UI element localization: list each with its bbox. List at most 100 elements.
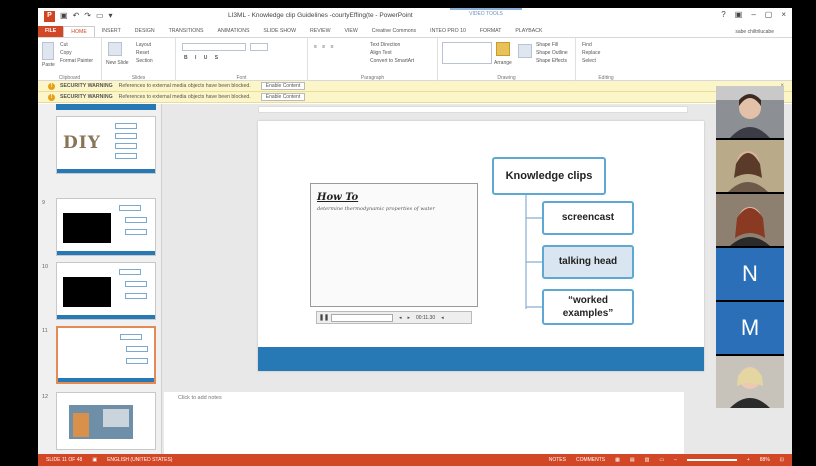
tab-playback[interactable]: PLAYBACK [508, 26, 549, 37]
knowledge-clips-node[interactable]: Knowledge clips [492, 157, 606, 195]
tab-review[interactable]: REVIEW [303, 26, 337, 37]
worked-examples-line1: “worked [567, 295, 608, 306]
enable-content-button[interactable]: Enable Content [260, 82, 306, 90]
find-button[interactable]: Find [582, 42, 592, 48]
select-button[interactable]: Select [582, 58, 596, 64]
slide-sorter-icon[interactable]: ▤ [630, 457, 635, 463]
slide-thumbnail[interactable]: DIY [56, 116, 156, 174]
layout-button[interactable]: Layout [136, 42, 151, 48]
participant-video[interactable] [716, 86, 784, 138]
slideshow-icon[interactable]: ▭ [659, 457, 664, 463]
talking-head-node[interactable]: talking head [542, 245, 634, 279]
copy-button[interactable]: Copy [60, 50, 72, 56]
convert-smartart-button[interactable]: Convert to SmartArt [370, 58, 414, 64]
tab-view[interactable]: VIEW [337, 26, 364, 37]
tab-design[interactable]: DESIGN [128, 26, 162, 37]
start-from-beginning-icon[interactable]: ▭ [96, 11, 104, 22]
worked-examples-node[interactable]: “worked examples” [542, 289, 634, 325]
mini-node [125, 217, 147, 223]
tab-inteo-pro[interactable]: INTEO PRO 10 [423, 26, 473, 37]
font-name-select[interactable] [182, 43, 246, 51]
tab-creative-commons[interactable]: Creative Commons [365, 26, 423, 37]
powerpoint-window: P ▣ ↶ ↷ ▭ ▾ LI3ML - Knowledge clip Guide… [38, 8, 792, 466]
language-indicator[interactable]: ENGLISH (UNITED STATES) [107, 457, 172, 463]
person-avatar-icon [716, 140, 784, 192]
paste-icon[interactable] [42, 42, 54, 60]
normal-view-icon[interactable]: ▦ [615, 457, 620, 463]
text-direction-button[interactable]: Text Direction [370, 42, 400, 48]
zoom-in-icon[interactable]: + [747, 457, 750, 463]
zoom-out-icon[interactable]: – [674, 457, 677, 463]
slide-number: 11 [42, 328, 48, 334]
shape-effects-button[interactable]: Shape Effects [536, 58, 567, 64]
tab-file[interactable]: FILE [38, 26, 64, 37]
horizontal-ruler [258, 106, 688, 113]
cut-button[interactable]: Cut [60, 42, 68, 48]
quick-styles-icon[interactable] [518, 44, 532, 58]
screencast-node[interactable]: screencast [542, 201, 634, 235]
user-account[interactable]: sabe chiltrilucabe [735, 29, 792, 35]
maximize-icon[interactable]: ▢ [765, 10, 773, 19]
shapes-gallery[interactable] [442, 42, 492, 64]
tab-transitions[interactable]: TRANSITIONS [162, 26, 211, 37]
tab-animations[interactable]: ANIMATIONS [211, 26, 257, 37]
undo-icon[interactable]: ↶ [73, 11, 80, 22]
title-bar: P ▣ ↶ ↷ ▭ ▾ LI3ML - Knowledge clip Guide… [38, 8, 792, 26]
format-painter-button[interactable]: Format Painter [60, 58, 93, 64]
notes-toggle[interactable]: NOTES [549, 457, 566, 463]
spellcheck-icon[interactable]: ▣ [92, 457, 97, 463]
slide-thumbnail-selected[interactable] [56, 326, 156, 384]
notes-pane[interactable]: Click to add notes [164, 392, 684, 454]
video-placeholder [63, 213, 111, 243]
reset-button[interactable]: Reset [136, 50, 149, 56]
font-size-select[interactable] [250, 43, 268, 51]
tab-format[interactable]: FORMAT [473, 26, 509, 37]
security-warning-bar: ! SECURITY WARNING References to externa… [38, 81, 792, 92]
font-format-icons[interactable]: B I U S [184, 55, 221, 61]
redo-icon[interactable]: ↷ [84, 11, 91, 22]
slide-thumbnail[interactable] [56, 262, 156, 320]
minimize-icon[interactable]: – [751, 10, 755, 19]
ribbon-display-icon[interactable]: ▣ [735, 10, 743, 19]
thumbnail-band [58, 378, 154, 382]
participant-video[interactable] [716, 356, 784, 408]
paste-button[interactable]: Paste [42, 62, 55, 68]
new-slide-icon[interactable] [108, 42, 122, 56]
paragraph-group: Text Direction Align Text Convert to Sma… [308, 38, 438, 82]
fit-slide-icon[interactable]: ⊡ [780, 457, 784, 463]
slide-thumbnail-pane[interactable]: DIY 9 10 11 12 [38, 104, 162, 454]
enable-content-button[interactable]: Enable Content [260, 93, 306, 101]
diy-text: DIY [63, 133, 101, 153]
person-avatar-icon [716, 86, 784, 138]
section-button[interactable]: Section [136, 58, 153, 64]
close-icon[interactable]: × [781, 10, 786, 19]
person-avatar-icon [716, 356, 784, 408]
participant-initial-tile[interactable]: N [716, 248, 784, 300]
participant-video[interactable] [716, 194, 784, 246]
tab-home[interactable]: HOME [63, 26, 95, 37]
participant-initial-tile[interactable]: M [716, 302, 784, 354]
reading-view-icon[interactable]: ▥ [645, 457, 650, 463]
customize-qat-icon[interactable]: ▾ [109, 11, 113, 22]
arrange-icon[interactable] [496, 42, 510, 56]
arrange-button[interactable]: Arrange [494, 60, 512, 66]
replace-button[interactable]: Replace [582, 50, 600, 56]
new-slide-button[interactable]: New Slide [106, 60, 129, 66]
tab-slide-show[interactable]: SLIDE SHOW [256, 26, 303, 37]
save-icon[interactable]: ▣ [60, 11, 68, 22]
zoom-slider[interactable] [686, 459, 737, 461]
slide-thumbnail[interactable] [56, 198, 156, 256]
tab-insert[interactable]: INSERT [95, 26, 128, 37]
shape-fill-button[interactable]: Shape Fill [536, 42, 558, 48]
shape-outline-button[interactable]: Shape Outline [536, 50, 568, 56]
mini-node [115, 143, 137, 149]
mini-node [126, 346, 148, 352]
participant-video[interactable] [716, 140, 784, 192]
comments-toggle[interactable]: COMMENTS [576, 457, 605, 463]
align-text-button[interactable]: Align Text [370, 50, 392, 56]
slide-thumbnail[interactable] [56, 392, 156, 450]
bullets-icons[interactable]: ≡ ≡ ≡ [314, 44, 336, 50]
zoom-level[interactable]: 88% [760, 457, 770, 463]
slide-canvas[interactable]: How To determine thermodynamic propertie… [258, 121, 704, 371]
help-icon[interactable]: ? [721, 10, 725, 19]
